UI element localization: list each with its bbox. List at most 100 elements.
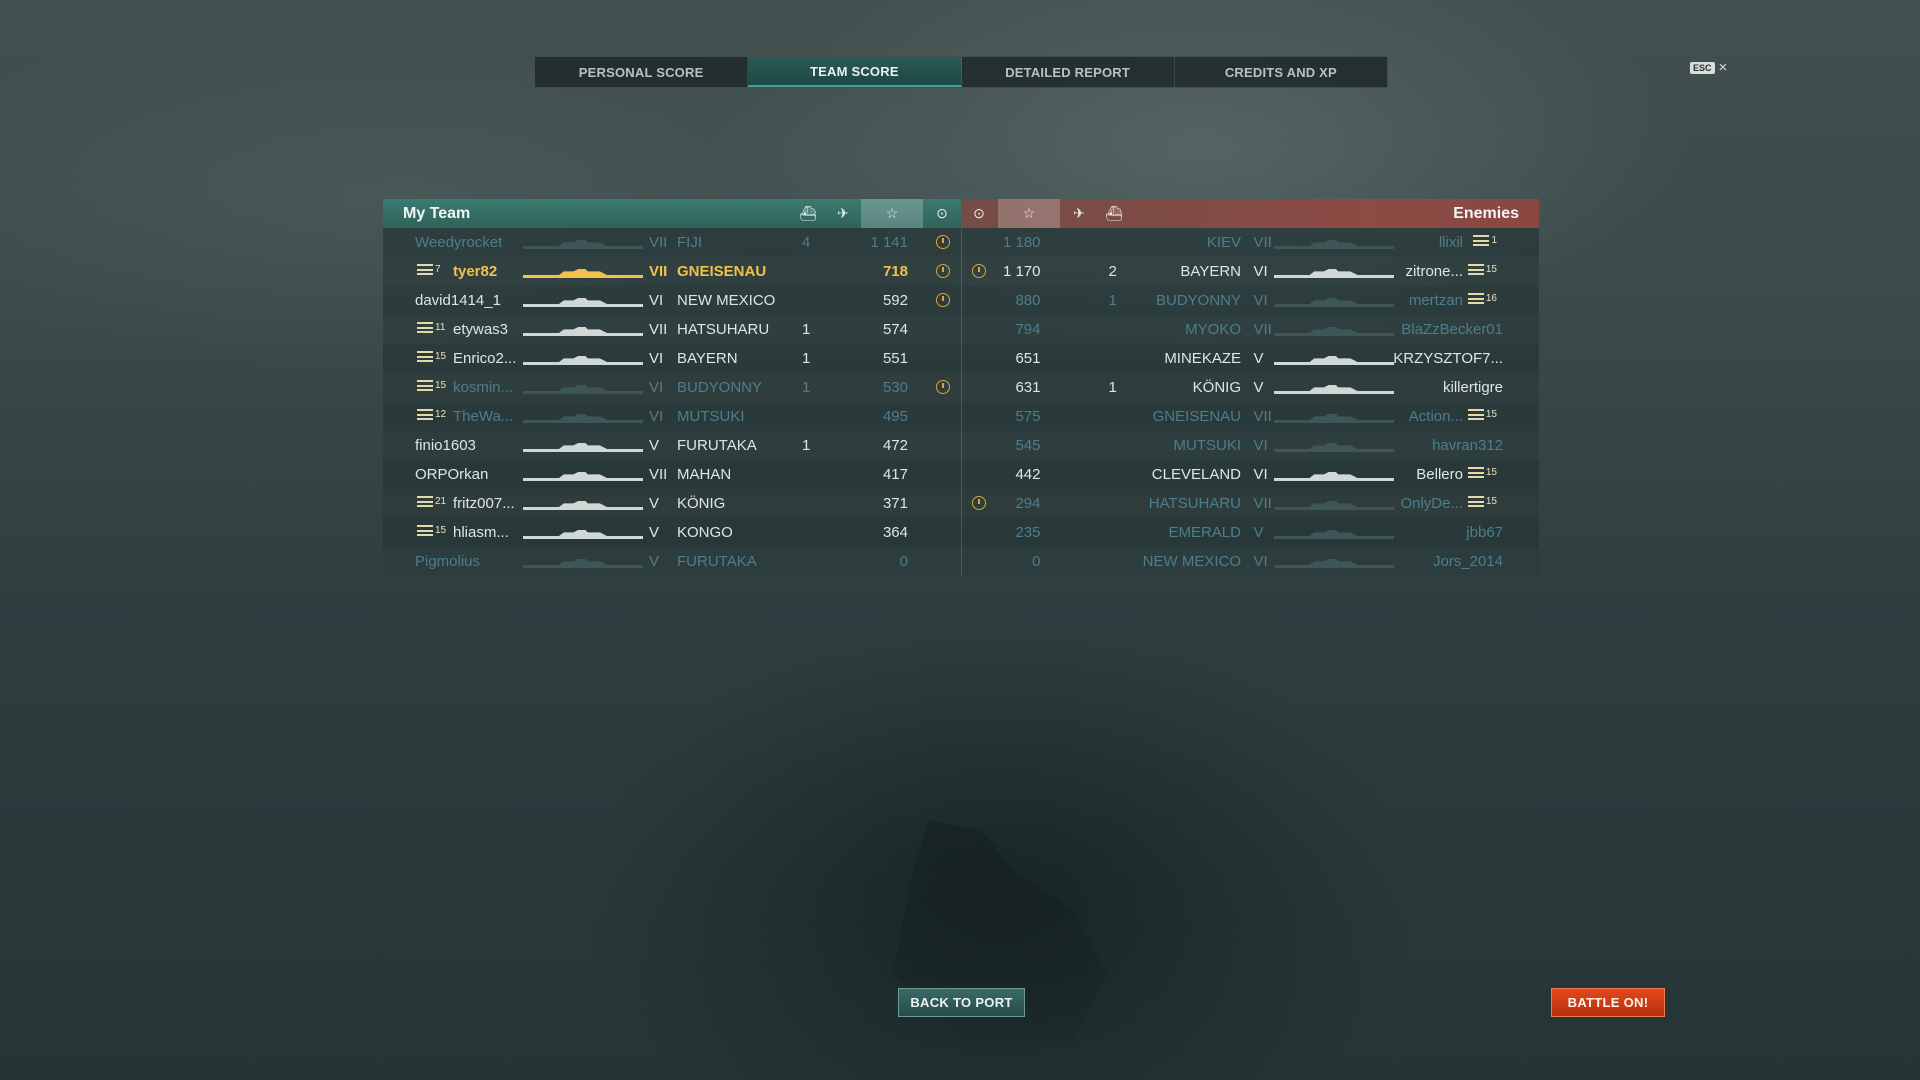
my-team-player-row[interactable]: 21 fritz007... V KÖNIG 371	[383, 489, 961, 518]
ship-tier: VI	[1253, 466, 1268, 483]
player-name: havran312	[1432, 437, 1503, 454]
capture-icon[interactable]: ⊙	[924, 199, 960, 228]
player-name: Pigmolius	[415, 553, 481, 570]
enemy-player-row[interactable]: 235 EMERALD Vjbb67	[960, 518, 1540, 547]
score-value: 0	[899, 553, 908, 570]
tab-detailed-report[interactable]: DETAILED REPORT	[962, 57, 1175, 87]
table-row: Weedyrocket VII FIJI 4 1 141 1 180 KIEV VII llix…	[383, 228, 1539, 257]
table-row: 12 TheWa... VI MUTSUKI 495 575 GNEISENAU VII Act…	[383, 402, 1539, 431]
superstructure-shape	[559, 443, 607, 449]
ship-name: BAYERN	[677, 350, 738, 367]
capture-icon[interactable]: ⊙	[961, 199, 997, 228]
enemy-player-row[interactable]: 1 180 KIEV VII llixil 1	[960, 228, 1540, 257]
superstructure-shape	[1309, 327, 1358, 333]
ship-silhouette-icon	[1273, 557, 1394, 568]
tab-personal-score[interactable]: PERSONAL SCORE	[535, 57, 749, 87]
enemy-player-row[interactable]: 442 CLEVELAND VI Bellero 15	[960, 460, 1540, 489]
plane-icon[interactable]: ✈	[825, 199, 861, 228]
tab-credits-and-xp[interactable]: CREDITS AND XP	[1175, 57, 1387, 87]
hull-shape	[523, 449, 643, 452]
ship-icon[interactable]: ⛴	[1096, 199, 1132, 228]
my-team-player-row[interactable]: 7 tyer82 VII GNEISENAU 718	[383, 257, 961, 286]
my-team-player-row[interactable]: 12 TheWa... VI MUTSUKI 495	[383, 402, 961, 431]
my-team-player-row[interactable]: 15 kosmin... VI BUDYONNY 1 530	[383, 373, 961, 402]
ships-destroyed-count: 1	[802, 379, 811, 396]
star-icon[interactable]: ☆	[861, 199, 923, 228]
superstructure-shape	[559, 559, 607, 565]
hull-shape	[1273, 333, 1394, 336]
hull-shape	[1273, 362, 1394, 365]
results-tabs: PERSONAL SCORE TEAM SCORE DETAILED REPOR…	[534, 56, 1388, 88]
my-team-player-row[interactable]: Weedyrocket VII FIJI 4 1 141	[383, 228, 961, 257]
ship-tier: VII	[649, 466, 668, 483]
player-name: finio1603	[415, 437, 476, 454]
hull-shape	[1273, 478, 1394, 481]
my-team-player-row[interactable]: 15 Enrico2... VI BAYERN 1 551	[383, 344, 961, 373]
ship-silhouette-icon	[1273, 296, 1394, 307]
rank-badge: 16	[1467, 293, 1497, 304]
hull-shape	[523, 565, 643, 568]
ship-tier: V	[649, 553, 660, 570]
enemy-player-row[interactable]: 794 MYOKO VII BlaZzBecker01	[960, 315, 1540, 344]
close-button[interactable]: ESC ×	[1690, 60, 1727, 75]
hull-shape	[523, 333, 643, 336]
ship-name: KONGO	[677, 524, 733, 541]
enemies-header: ⊙ ☆ ✈ ⛴ Enemies	[961, 199, 1539, 228]
enemy-player-row[interactable]: 1 170 2 BAYERN VI zitrone... 15	[960, 257, 1540, 286]
my-team-player-row[interactable]: david1414_1 VI NEW MEXICO 592	[383, 286, 961, 315]
ship-silhouette-icon	[523, 412, 643, 423]
enemies-title: Enemies	[1453, 205, 1519, 222]
my-team-player-row[interactable]: ORPOrkan VII MAHAN 417	[383, 460, 961, 489]
superstructure-shape	[559, 240, 607, 246]
player-name: hliasm...	[453, 524, 509, 541]
enemy-player-row[interactable]: 294 HATSUHARU VII OnlyDe... 15	[960, 489, 1540, 518]
player-name: jbb67	[1466, 524, 1503, 541]
superstructure-shape	[1309, 385, 1358, 391]
superstructure-shape	[1309, 443, 1358, 449]
ship-tier: VII	[1253, 408, 1272, 425]
hull-shape	[1273, 536, 1394, 539]
ship-icon[interactable]: ⛴	[790, 199, 826, 228]
ship-name: KÖNIG	[1192, 379, 1241, 396]
ships-destroyed-count: 1	[1108, 379, 1117, 396]
ship-silhouette-icon	[523, 354, 643, 365]
enemy-player-row[interactable]: 0 NEW MEXICO VI Jors_2014	[960, 547, 1540, 576]
ship-tier: VI	[1253, 292, 1268, 309]
score-value: 551	[882, 350, 908, 367]
rank-badge: 7	[417, 264, 441, 275]
my-team-player-row[interactable]: 15 hliasm... V KONGO 364	[383, 518, 961, 547]
enemy-player-row[interactable]: 631 1 KÖNIG Vkillertigre	[960, 373, 1540, 402]
rank-badge: 15	[417, 525, 446, 536]
plane-icon[interactable]: ✈	[1061, 199, 1097, 228]
ship-name: HATSUHARU	[677, 321, 770, 338]
my-team-player-row[interactable]: finio1603 V FURUTAKA 1 472	[383, 431, 961, 460]
table-header: My Team ⛴ ✈ ☆ ⊙ ⊙ ☆ ✈ ⛴ Enemies	[383, 199, 1539, 228]
hull-shape	[523, 362, 643, 365]
star-icon[interactable]: ☆	[998, 199, 1060, 228]
ship-silhouette-icon	[1273, 528, 1394, 539]
ship-silhouette-icon	[1273, 441, 1394, 452]
ship-silhouette-icon	[1273, 354, 1394, 365]
ship-tier: VI	[649, 379, 664, 396]
enemy-player-row[interactable]: 545 MUTSUKI VI havran312	[960, 431, 1540, 460]
enemy-player-row[interactable]: 651 MINEKAZE V KRZYSZTOF7...	[960, 344, 1540, 373]
score-value: 371	[882, 495, 908, 512]
table-row: 15 hliasm... V KONGO 364 235 EMERALD Vjbb67	[383, 518, 1539, 547]
ship-tier: VII	[649, 321, 668, 338]
rank-level: 15	[1485, 467, 1497, 478]
capture-icon	[936, 380, 950, 394]
table-row: ORPOrkan VII MAHAN 417 442 CLEVELAND VI Bellero…	[383, 460, 1539, 489]
back-to-port-button[interactable]: BACK TO PORT	[898, 988, 1025, 1017]
battle-on-button[interactable]: BATTLE ON!	[1551, 988, 1665, 1017]
my-team-player-row[interactable]: 11 etywas3 VII HATSUHARU 1 574	[383, 315, 961, 344]
player-name: KRZYSZTOF7...	[1393, 350, 1503, 367]
tab-team-score[interactable]: TEAM SCORE	[748, 57, 962, 87]
enemy-player-row[interactable]: 575 GNEISENAU VII Action... 15	[960, 402, 1540, 431]
enemy-player-row[interactable]: 880 1 BUDYONNY VI mertzan 16	[960, 286, 1540, 315]
ship-tier: V	[649, 437, 660, 454]
my-team-player-row[interactable]: Pigmolius V FURUTAKA 0	[383, 547, 961, 576]
ship-name: EMERALD	[1168, 524, 1241, 541]
capture-icon	[936, 293, 950, 307]
esc-key-badge: ESC	[1690, 62, 1715, 74]
ship-tier: V	[649, 524, 660, 541]
